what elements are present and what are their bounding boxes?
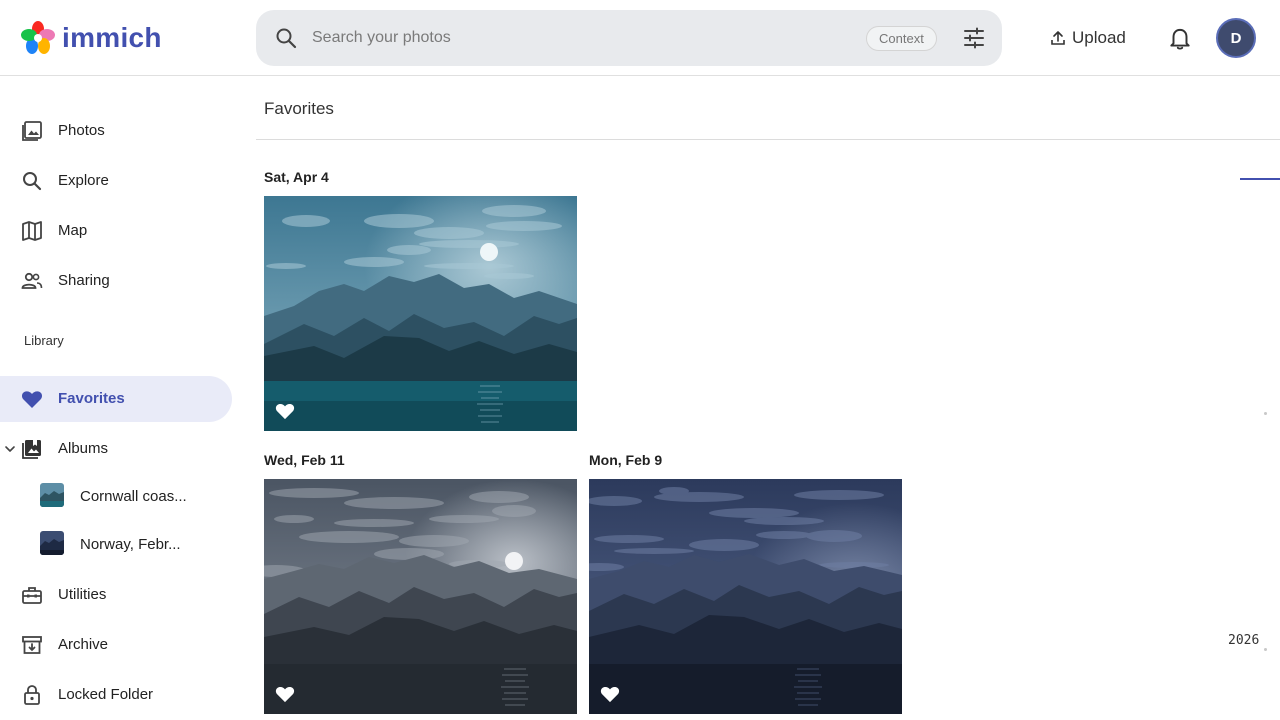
chevron-down-icon[interactable] — [4, 443, 16, 455]
top-bar: immich Context Upload D — [0, 0, 1280, 76]
photo-thumbnail[interactable] — [589, 479, 902, 714]
photo-thumbnail[interactable] — [264, 196, 577, 431]
search-input[interactable] — [312, 24, 832, 52]
lock-icon — [24, 685, 40, 705]
photo-image — [589, 479, 902, 714]
album-icon — [22, 440, 41, 459]
upload-button[interactable]: Upload — [1050, 24, 1126, 52]
upload-label: Upload — [1072, 28, 1126, 47]
page-title: Favorites — [264, 99, 334, 118]
timeline-marker[interactable] — [1264, 412, 1267, 415]
sidebar-item-label: Map — [58, 222, 88, 239]
search-filter-icon[interactable] — [962, 26, 986, 50]
app-name: immich — [62, 22, 162, 53]
date-group-label[interactable]: Wed, Feb 11 — [264, 452, 345, 468]
timeline-marker[interactable] — [1264, 648, 1267, 651]
toolbox-icon — [22, 587, 42, 604]
album-thumbnail — [40, 531, 64, 555]
sidebar-item-label: Locked Folder — [58, 686, 154, 703]
search-bar[interactable]: Context — [256, 10, 1002, 66]
sidebar-item-label: Explore — [58, 172, 109, 189]
search-icon — [23, 172, 42, 191]
photo-image — [264, 479, 577, 714]
sidebar-item-favorites[interactable]: Favorites — [0, 376, 232, 422]
sidebar-item-label: Archive — [58, 636, 109, 653]
map-icon — [22, 221, 42, 241]
heart-icon — [21, 391, 43, 408]
sidebar-item-label: Favorites — [58, 390, 125, 407]
sidebar-item-map[interactable]: Map — [0, 208, 232, 254]
sidebar-item-photos[interactable]: Photos — [0, 108, 232, 154]
favorite-heart-icon[interactable] — [274, 400, 296, 420]
sidebar-album-cornwall[interactable]: Cornwall coas... — [0, 476, 232, 516]
timeline-scrubber-indicator[interactable] — [1240, 178, 1280, 180]
people-icon — [21, 272, 43, 289]
album-label: Norway, Febr... — [80, 536, 181, 553]
search-icon[interactable] — [274, 26, 298, 50]
sidebar-item-label: Albums — [58, 440, 109, 457]
sidebar-album-norway[interactable]: Norway, Febr... — [0, 524, 232, 564]
sidebar-item-label: Utilities — [58, 586, 107, 603]
photos-icon — [22, 121, 42, 141]
favorite-heart-icon[interactable] — [274, 683, 296, 703]
sidebar-item-explore[interactable]: Explore — [0, 158, 232, 204]
photo-thumbnail[interactable] — [264, 479, 577, 714]
sidebar-item-sharing[interactable]: Sharing — [0, 258, 232, 304]
sidebar-item-label: Photos — [58, 122, 105, 139]
notifications-bell-icon[interactable] — [1167, 25, 1193, 51]
main-content: Favorites Sat, Apr 4 Wed, Feb 11 Mon, Fe… — [256, 76, 1280, 720]
user-avatar[interactable]: D — [1216, 18, 1256, 58]
sidebar-item-archive[interactable]: Archive — [0, 622, 232, 668]
timeline-year-label[interactable]: 2026 — [1228, 633, 1259, 648]
date-group-label[interactable]: Sat, Apr 4 — [264, 169, 329, 185]
sidebar-item-utilities[interactable]: Utilities — [0, 572, 232, 618]
context-search-toggle[interactable]: Context — [866, 26, 937, 51]
archive-icon — [22, 636, 42, 654]
sidebar-item-locked-folder[interactable]: Locked Folder — [0, 672, 232, 718]
photo-image — [264, 196, 577, 431]
upload-icon — [1051, 31, 1065, 45]
date-group-label[interactable]: Mon, Feb 9 — [589, 452, 662, 468]
library-section-label: Library — [24, 333, 64, 348]
album-thumbnail — [40, 483, 64, 507]
title-divider — [256, 139, 1280, 140]
album-label: Cornwall coas... — [80, 488, 187, 505]
app-logo[interactable]: immich — [20, 20, 162, 56]
favorite-heart-icon[interactable] — [599, 683, 621, 703]
sidebar-item-label: Sharing — [58, 272, 110, 289]
sidebar: Photos Explore Map Sharing Library Favor… — [0, 76, 240, 720]
sidebar-item-albums[interactable]: Albums — [0, 426, 232, 472]
immich-logo-icon — [21, 21, 55, 54]
